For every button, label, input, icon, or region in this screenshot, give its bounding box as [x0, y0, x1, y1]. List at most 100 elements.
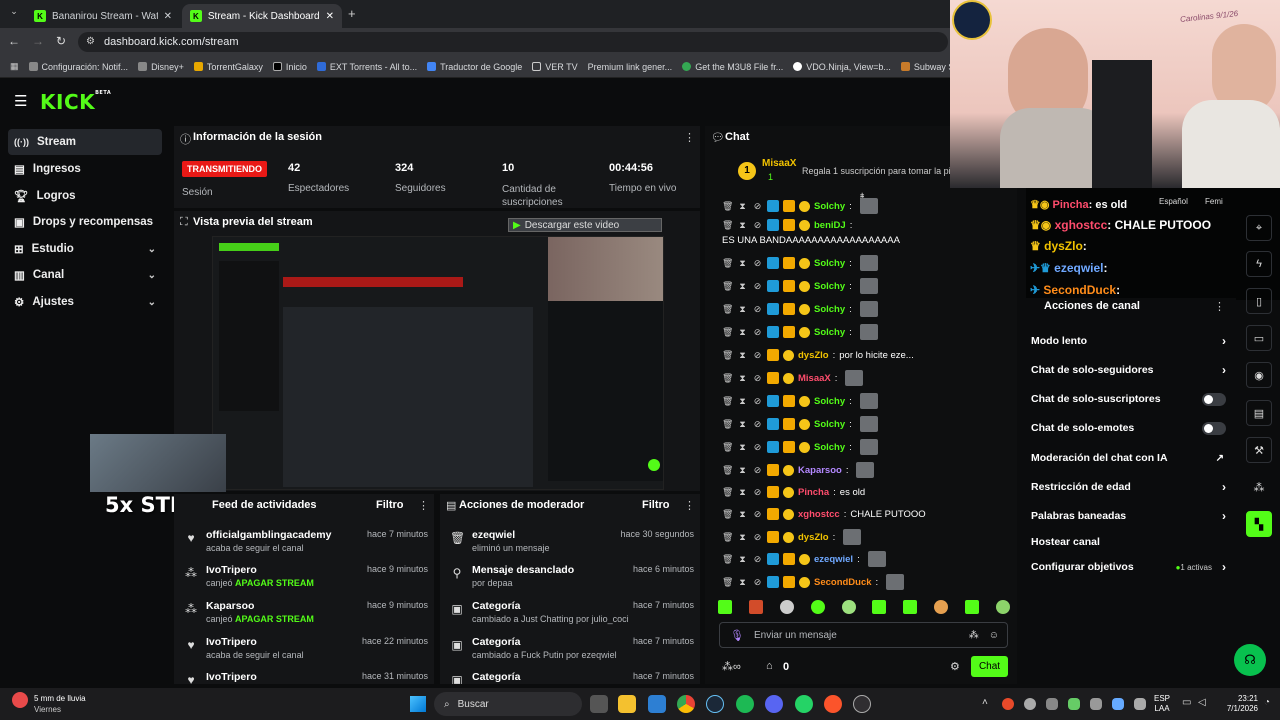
timeout-icon[interactable]: ⧗	[737, 258, 748, 269]
chat-settings-icon[interactable]: ⚙	[950, 660, 960, 673]
timeout-icon[interactable]: ⧗	[737, 532, 748, 543]
ai-moderation-item[interactable]: Moderación del chat con IA ↗	[1031, 448, 1226, 468]
emote[interactable]	[903, 600, 918, 614]
bookmark[interactable]: EXT Torrents - All to...	[316, 62, 417, 72]
chat-message[interactable]: 🗑︎ ⧗ ⊘ Solchy:	[722, 253, 1012, 273]
bookmark[interactable]: Disney+	[138, 62, 184, 72]
emoji-icon[interactable]: ☺	[989, 630, 999, 641]
tray-icon[interactable]	[1002, 698, 1014, 710]
green-app-icon[interactable]: ▚	[1246, 511, 1272, 537]
chat-message[interactable]: 🗑︎ ⧗ ⊘ SecondDuck:	[722, 572, 1012, 592]
ban-icon[interactable]: ⊘	[752, 373, 763, 384]
sidebar-item-stream[interactable]: ((·)) Stream	[8, 129, 162, 155]
browser-tab-dashboard[interactable]: K Stream - Kick Dashboard ✕	[182, 4, 342, 28]
followers-only-item[interactable]: Chat de solo-seguidores ›	[1031, 360, 1226, 380]
network-icon[interactable]: ▭	[1182, 697, 1191, 708]
emote[interactable]	[934, 600, 949, 614]
file-explorer-icon[interactable]	[618, 695, 636, 713]
chat-username[interactable]: Solchy	[814, 281, 845, 292]
whatsapp-icon[interactable]	[795, 695, 813, 713]
chat-message[interactable]: 🗑︎ ⧗ ⊘ ezeqwiel:	[722, 549, 1012, 569]
emote[interactable]	[965, 600, 979, 614]
bookmark[interactable]: Inicio	[272, 62, 307, 72]
delete-icon[interactable]: 🗑︎	[722, 487, 733, 498]
menu-icon[interactable]: ☰	[14, 92, 27, 110]
gift-sub-text[interactable]: Regala 1 suscripción para tomar la pi	[802, 166, 950, 176]
lightning-icon[interactable]: ϟ	[1246, 251, 1272, 277]
emote[interactable]	[995, 600, 1010, 614]
timeout-icon[interactable]: ⧗	[737, 201, 748, 212]
more-options-icon[interactable]: ⋮	[1214, 300, 1225, 313]
bookmark[interactable]: Configuración: Notif...	[28, 62, 128, 72]
delete-icon[interactable]: 🗑︎	[722, 281, 733, 292]
settings-target-icon[interactable]: ⌖	[1246, 215, 1272, 241]
emote[interactable]	[718, 600, 732, 614]
obs-icon[interactable]	[853, 695, 871, 713]
broadcast-icon[interactable]: ◉	[1246, 362, 1272, 388]
timeout-icon[interactable]: ⧗	[737, 577, 748, 588]
chat-username[interactable]: Solchy	[814, 304, 845, 315]
ban-icon[interactable]: ⊘	[752, 396, 763, 407]
age-restriction-item[interactable]: Restricción de edad ›	[1031, 477, 1226, 497]
tray-icon[interactable]	[1046, 698, 1058, 710]
photos-icon[interactable]	[648, 695, 666, 713]
brave-icon[interactable]	[824, 695, 842, 713]
ban-icon[interactable]: ⊘	[752, 465, 763, 476]
points-rail-icon[interactable]: ⁂	[1246, 474, 1272, 500]
delete-icon[interactable]: 🗑︎	[722, 304, 733, 315]
kick-logo[interactable]: KICKBETA	[40, 90, 111, 114]
timeout-icon[interactable]: ⧗	[737, 220, 748, 231]
bookmark[interactable]: TorrentGalaxy	[193, 62, 263, 72]
chat-username[interactable]: Solchy	[814, 442, 845, 453]
delete-icon[interactable]: 🗑︎	[722, 220, 733, 231]
timeout-icon[interactable]: ⧗	[737, 304, 748, 315]
tray-icon[interactable]	[1068, 698, 1080, 710]
delete-icon[interactable]: 🗑︎	[722, 532, 733, 543]
emote[interactable]	[748, 600, 763, 614]
delete-icon[interactable]: 🗑︎	[722, 373, 733, 384]
chat-message[interactable]: 🗑︎ ⧗ ⊘ beniDJ: ES UNA BANDAAAAAAAAAAAAAAAAAA	[722, 219, 1012, 253]
mod-filter-button[interactable]: Filtro	[642, 499, 670, 511]
chat-message[interactable]: 🗑︎ ⧗ ⊘ Solchy:	[722, 414, 1012, 434]
close-tab-icon[interactable]: ✕	[326, 11, 334, 22]
tab-list-button[interactable]: ⌄	[6, 6, 22, 22]
ban-icon[interactable]: ⊘	[752, 419, 763, 430]
delete-icon[interactable]: 🗑︎	[722, 327, 733, 338]
host-channel-item[interactable]: Hostear canal	[1031, 532, 1226, 552]
chat-bubble-icon[interactable]: ▭	[1246, 325, 1272, 351]
delete-icon[interactable]: 🗑︎	[722, 419, 733, 430]
notifications-icon[interactable]: ◔	[1264, 697, 1270, 708]
timeout-icon[interactable]: ⧗	[737, 281, 748, 292]
delete-icon[interactable]: 🗑︎	[722, 201, 733, 212]
more-options-icon[interactable]: ⋮	[684, 499, 695, 512]
subscribers-only-toggle[interactable]	[1202, 392, 1226, 406]
chat-username[interactable]: xghostcc	[798, 509, 840, 520]
sidebar-item-estudio[interactable]: ⊞ Estudio ⌄	[8, 236, 162, 262]
bookmark-folder[interactable]: VER TV	[532, 62, 578, 72]
ban-icon[interactable]: ⊘	[752, 442, 763, 453]
url-bar[interactable]: dashboard.kick.com/stream	[78, 32, 948, 52]
chat-message[interactable]: 🗑︎ ⧗ ⊘ Solchy:	[722, 322, 1012, 342]
chat-username[interactable]: Solchy	[814, 201, 845, 212]
slow-mode-item[interactable]: Modo lento ›	[1031, 331, 1226, 351]
timeout-icon[interactable]: ⧗	[737, 373, 748, 384]
ban-icon[interactable]: ⊘	[752, 201, 763, 212]
timeout-icon[interactable]: ⧗	[737, 487, 748, 498]
weather-text[interactable]: 5 mm de lluvia	[34, 694, 86, 703]
ban-icon[interactable]: ⊘	[752, 509, 763, 520]
clock[interactable]: 23:21 7/1/2026	[1218, 694, 1258, 714]
site-info-icon[interactable]: ⚙	[86, 36, 95, 47]
chat-message[interactable]: 🗑︎ ⧗ ⊘ dysZlo: por lo hicite eze...	[722, 345, 1012, 365]
delete-icon[interactable]: 🗑︎	[722, 442, 733, 453]
chat-message[interactable]: 🗑︎ ⧗ ⊘ Solchy:	[722, 276, 1012, 296]
tray-icon[interactable]	[1112, 698, 1124, 710]
emote[interactable]	[779, 600, 794, 614]
sidebar-item-canal[interactable]: ▥ Canal ⌄	[8, 262, 162, 288]
ban-icon[interactable]: ⊘	[752, 327, 763, 338]
spotify-icon[interactable]	[736, 695, 754, 713]
emotes-only-toggle[interactable]	[1202, 421, 1226, 435]
weather-icon[interactable]	[12, 692, 28, 708]
more-options-icon[interactable]: ⋮	[684, 131, 695, 144]
document-icon[interactable]: ▯	[1246, 288, 1272, 314]
more-options-icon[interactable]: ⋮	[418, 499, 429, 512]
